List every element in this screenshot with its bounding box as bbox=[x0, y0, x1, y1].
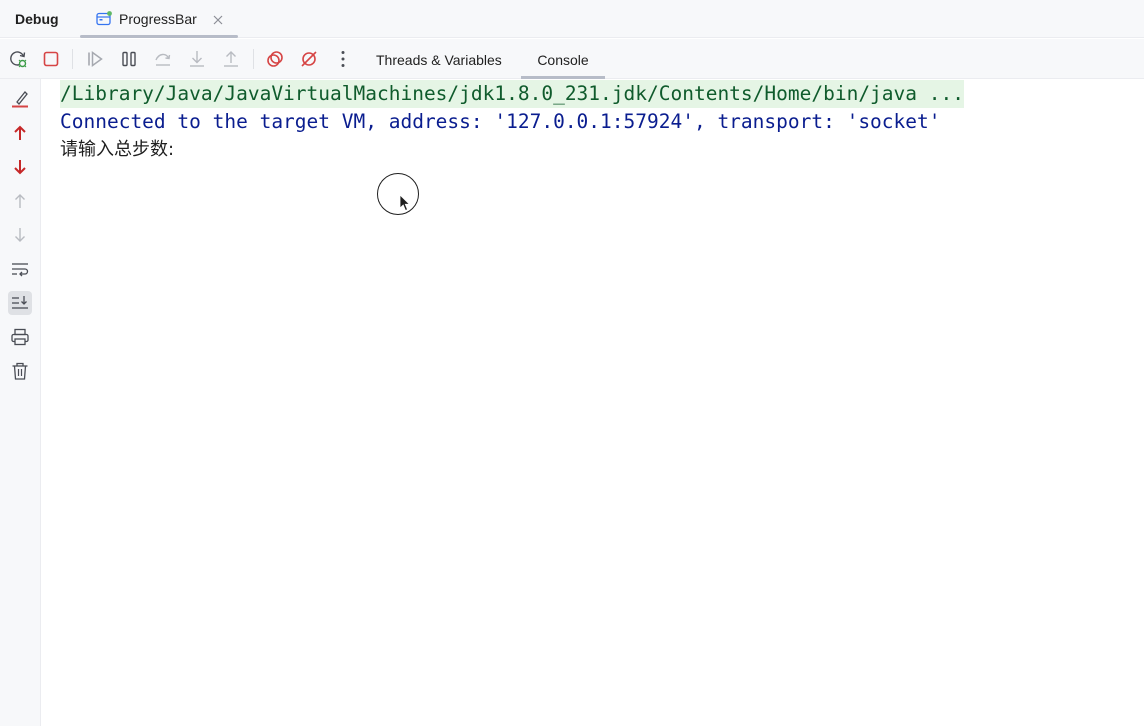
console-output[interactable]: /Library/Java/JavaVirtualMachines/jdk1.8… bbox=[41, 79, 1144, 726]
clear-all-icon[interactable] bbox=[8, 87, 32, 111]
run-tab-label: ProgressBar bbox=[119, 11, 197, 27]
scroll-up-icon[interactable] bbox=[8, 189, 32, 213]
toolbar-separator bbox=[253, 49, 254, 69]
rerun-debug-icon[interactable] bbox=[7, 48, 29, 70]
stop-icon[interactable] bbox=[40, 48, 62, 70]
close-icon[interactable] bbox=[212, 13, 224, 25]
mute-breakpoints-icon[interactable] bbox=[298, 48, 320, 70]
toolbar-separator bbox=[72, 49, 73, 69]
step-out-icon[interactable] bbox=[220, 48, 242, 70]
tab-threads-variables[interactable]: Threads & Variables bbox=[376, 39, 502, 79]
view-breakpoints-icon[interactable] bbox=[264, 48, 286, 70]
resume-icon[interactable] bbox=[84, 48, 106, 70]
console-line-command[interactable]: /Library/Java/JavaVirtualMachines/jdk1.8… bbox=[60, 80, 964, 108]
soft-wrap-icon[interactable] bbox=[8, 257, 32, 281]
tab-selection-indicator bbox=[80, 35, 238, 38]
tab-label: Console bbox=[537, 52, 589, 68]
scroll-down-icon[interactable] bbox=[8, 223, 32, 247]
cursor-highlight-ring bbox=[377, 173, 419, 215]
run-tab-progressbar[interactable]: ProgressBar bbox=[80, 0, 238, 38]
console-line-connection: Connected to the target VM, address: '12… bbox=[60, 110, 941, 133]
application-icon bbox=[96, 11, 112, 27]
print-icon[interactable] bbox=[8, 325, 32, 349]
trash-icon[interactable] bbox=[8, 359, 32, 383]
step-over-icon[interactable] bbox=[152, 48, 174, 70]
more-options-icon[interactable] bbox=[332, 48, 354, 70]
tab-label: Threads & Variables bbox=[376, 52, 502, 68]
console-line-prompt: 请输入总步数: bbox=[60, 139, 175, 160]
previous-occurrence-icon[interactable] bbox=[8, 121, 32, 145]
tool-window-header: Debug ProgressBar bbox=[0, 0, 1144, 38]
pause-icon[interactable] bbox=[118, 48, 140, 70]
scroll-to-end-icon[interactable] bbox=[8, 291, 32, 315]
tab-console[interactable]: Console bbox=[521, 39, 605, 79]
next-occurrence-icon[interactable] bbox=[8, 155, 32, 179]
mouse-pointer-icon bbox=[399, 194, 411, 212]
debug-toolbar: Threads & Variables Console bbox=[0, 39, 1144, 79]
console-side-toolbar bbox=[0, 79, 41, 726]
tool-window-title: Debug bbox=[15, 11, 59, 27]
step-into-icon[interactable] bbox=[186, 48, 208, 70]
